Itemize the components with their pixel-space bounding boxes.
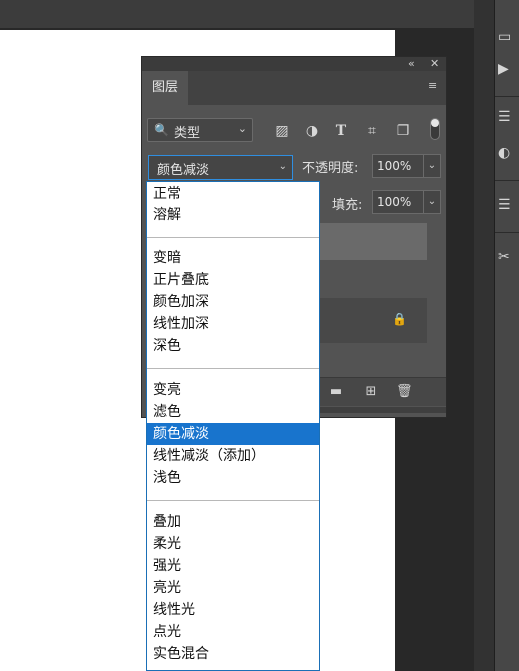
layer-row[interactable] bbox=[320, 343, 427, 377]
blend-option-linear-burn[interactable]: 线性加深 bbox=[147, 313, 319, 335]
search-icon: 🔍 bbox=[154, 123, 169, 137]
type-filter-icon[interactable]: T bbox=[332, 122, 350, 140]
blend-option-pin-light[interactable]: 点光 bbox=[147, 621, 319, 643]
menu-divider bbox=[147, 500, 319, 501]
blend-mode-menu: 正常 溶解 变暗 正片叠底 颜色加深 线性加深 深色 变亮 滤色 颜色减淡 线性… bbox=[146, 181, 320, 671]
blend-option-lighten[interactable]: 变亮 bbox=[147, 379, 319, 401]
collapse-panel-button[interactable]: « bbox=[408, 57, 415, 71]
blend-option-screen[interactable]: 滤色 bbox=[147, 401, 319, 423]
close-panel-button[interactable]: ✕ bbox=[430, 57, 439, 71]
blend-option-linear-dodge[interactable]: 线性减淡（添加） bbox=[147, 445, 319, 467]
blend-option-darker-color[interactable]: 深色 bbox=[147, 335, 319, 357]
blend-option-linear-light[interactable]: 线性光 bbox=[147, 599, 319, 621]
layer-row[interactable] bbox=[320, 260, 427, 298]
blend-option-color-burn[interactable]: 颜色加深 bbox=[147, 291, 319, 313]
blend-option-vivid-light[interactable]: 亮光 bbox=[147, 577, 319, 599]
shape-filter-icon[interactable]: ⌗ bbox=[363, 122, 381, 140]
filter-kind-label: 类型 bbox=[174, 126, 201, 141]
blend-option-hard-light[interactable]: 强光 bbox=[147, 555, 319, 577]
blend-option-lighter-color[interactable]: 浅色 bbox=[147, 467, 319, 489]
toolbar-divider bbox=[495, 96, 519, 97]
panel-title-strip: « ✕ bbox=[142, 57, 446, 71]
toolbar-divider bbox=[495, 232, 519, 233]
new-group-icon[interactable]: ▬ bbox=[328, 384, 344, 400]
blend-option-darken[interactable]: 变暗 bbox=[147, 247, 319, 269]
chevron-down-icon: ⌄ bbox=[278, 161, 287, 172]
opacity-input[interactable]: 100% bbox=[372, 154, 424, 178]
right-toolbar: ▭ ▶ ☰ ◐ ☰ ✂ bbox=[494, 0, 519, 671]
panel-scrollbar[interactable] bbox=[320, 407, 446, 413]
blend-option-overlay[interactable]: 叠加 bbox=[147, 511, 319, 533]
delete-layer-icon[interactable]: 🗑 bbox=[396, 384, 413, 400]
layer-kind-filter[interactable]: 🔍 类型 ⌄ bbox=[147, 118, 253, 142]
toolbar-divider bbox=[495, 180, 519, 181]
smart-object-filter-icon[interactable]: ❐ bbox=[394, 122, 412, 140]
fill-input[interactable]: 100% bbox=[372, 190, 424, 214]
fill-dropdown-button[interactable]: ⌄ bbox=[424, 190, 441, 214]
play-icon[interactable]: ▶ bbox=[498, 60, 516, 78]
tab-layers[interactable]: 图层 bbox=[142, 71, 188, 105]
filter-toggle-switch[interactable] bbox=[430, 118, 440, 140]
panel-tab-bar: 图层 ≡ bbox=[142, 71, 446, 105]
properties-icon[interactable]: ☰ bbox=[498, 108, 516, 126]
chevron-down-icon: ⌄ bbox=[237, 122, 247, 135]
blend-option-normal[interactable]: 正常 bbox=[147, 183, 319, 205]
panel-menu-icon[interactable]: ≡ bbox=[428, 80, 438, 91]
options-bar-strip bbox=[0, 0, 493, 28]
opacity-dropdown-button[interactable]: ⌄ bbox=[424, 154, 441, 178]
blend-option-dissolve[interactable]: 溶解 bbox=[147, 204, 319, 226]
panel-bottom-bar: ▬ ⊞ 🗑 bbox=[320, 377, 446, 406]
opacity-label: 不透明度: bbox=[302, 161, 359, 176]
layer-row[interactable] bbox=[320, 223, 427, 260]
adjustment-filter-icon[interactable]: ◑ bbox=[303, 122, 321, 140]
menu-divider bbox=[147, 237, 319, 238]
blend-mode-value: 颜色减淡 bbox=[157, 163, 210, 178]
menu-divider bbox=[147, 368, 319, 369]
tools-icon[interactable]: ✂ bbox=[498, 248, 516, 266]
adjustments-icon[interactable]: ◐ bbox=[498, 144, 516, 162]
blend-option-color-dodge[interactable]: 颜色减淡 bbox=[147, 423, 319, 445]
panel-dock-column bbox=[474, 0, 494, 671]
image-filter-icon[interactable]: ▨ bbox=[273, 122, 291, 140]
paragraph-icon[interactable]: ☰ bbox=[498, 196, 516, 214]
lock-icon: 🔒 bbox=[392, 312, 407, 326]
blend-mode-select[interactable]: 颜色减淡 ⌄ bbox=[148, 155, 293, 180]
collapsed-panel-icon[interactable]: ▭ bbox=[498, 28, 516, 46]
new-layer-icon[interactable]: ⊞ bbox=[363, 384, 379, 400]
fill-label: 填充: bbox=[332, 198, 363, 213]
blend-option-hard-mix[interactable]: 实色混合 bbox=[147, 643, 319, 665]
layer-row[interactable] bbox=[320, 298, 427, 343]
blend-option-soft-light[interactable]: 柔光 bbox=[147, 533, 319, 555]
blend-option-multiply[interactable]: 正片叠底 bbox=[147, 269, 319, 291]
